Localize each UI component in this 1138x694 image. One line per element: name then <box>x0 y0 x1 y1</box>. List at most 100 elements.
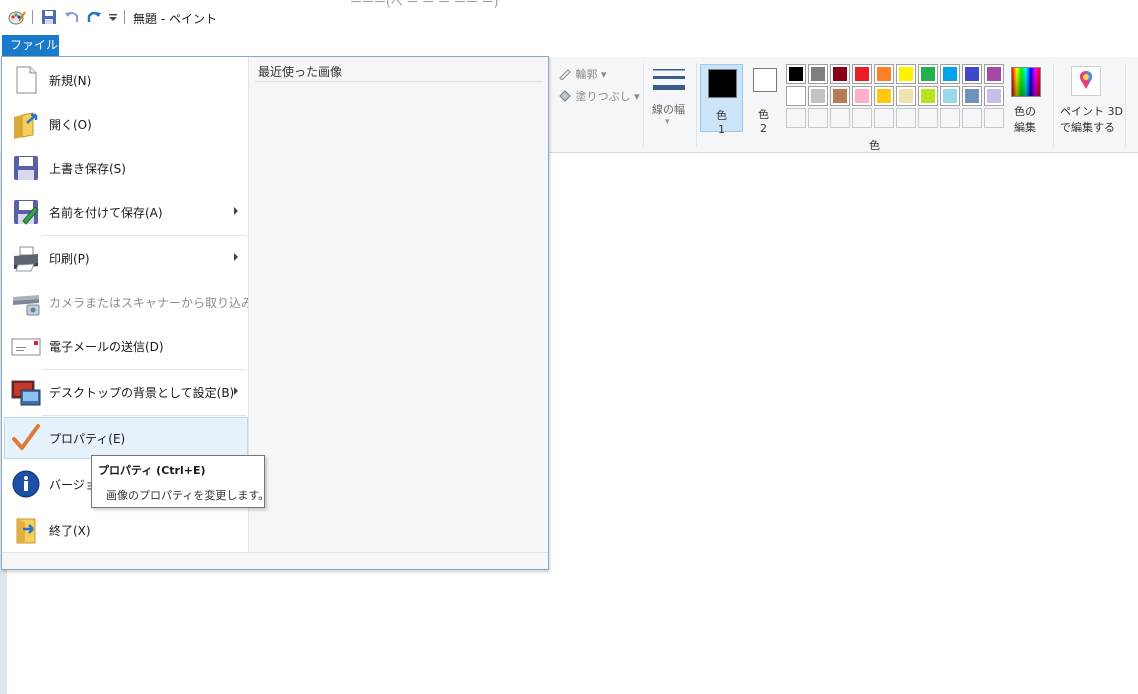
chevron-down-icon: ▾ <box>634 90 640 103</box>
swatch-fill <box>987 67 1001 81</box>
palette-color-swatch[interactable] <box>786 86 806 106</box>
menu-item-properties[interactable]: プロパティ(E) <box>4 417 248 459</box>
exit-icon <box>11 515 41 545</box>
swatch-fill <box>965 67 979 81</box>
menu-item-print[interactable]: 印刷(P) <box>4 237 248 279</box>
customize-quick-access-icon[interactable] <box>108 9 118 25</box>
color-spectrum-icon <box>1011 67 1041 97</box>
edit-colors-button[interactable]: 色の 編集 <box>1008 63 1048 143</box>
swatch-fill <box>833 89 847 103</box>
line-width-button[interactable]: 線の幅 ▾ <box>650 63 690 143</box>
menu-item-set-desktop-background[interactable]: デスクトップの背景として設定(B) <box>4 371 248 413</box>
palette-empty-swatch[interactable] <box>896 108 916 128</box>
palette-empty-swatch[interactable] <box>786 108 806 128</box>
palette-empty-swatch[interactable] <box>852 108 872 128</box>
swatch-fill <box>855 89 869 103</box>
swatch-fill <box>921 89 935 103</box>
save-icon <box>11 153 41 183</box>
menu-item-open[interactable]: 開く(O) <box>4 103 248 145</box>
swatch-fill <box>965 89 979 103</box>
menu-item-save[interactable]: 上書き保存(S) <box>4 147 248 189</box>
outline-icon <box>558 68 572 81</box>
swatch-fill <box>899 67 913 81</box>
menu-item-exit[interactable]: 終了(X) <box>4 509 248 551</box>
palette-color-swatch[interactable] <box>808 86 828 106</box>
tooltip-description: 画像のプロパティを変更します。 <box>106 489 270 502</box>
palette-color-swatch[interactable] <box>940 86 960 106</box>
menu-item-new[interactable]: 新規(N) <box>4 59 248 101</box>
swatch-fill <box>921 67 935 81</box>
palette-color-swatch[interactable] <box>962 64 982 84</box>
recent-images-title: 最近使った画像 <box>258 65 343 79</box>
swatch-fill <box>877 67 891 81</box>
redo-icon[interactable] <box>86 9 102 25</box>
checkmark-icon <box>11 423 41 453</box>
swatch-fill <box>943 89 957 103</box>
palette-color-swatch[interactable] <box>852 86 872 106</box>
new-file-icon <box>11 65 41 95</box>
palette-empty-swatch[interactable] <box>940 108 960 128</box>
color1-button[interactable]: 色 1 <box>700 64 743 136</box>
palette-color-swatch[interactable] <box>786 64 806 84</box>
palette-color-swatch[interactable] <box>918 64 938 84</box>
window-title: 無題 - ペイント <box>133 12 217 26</box>
palette-color-swatch[interactable] <box>830 86 850 106</box>
palette-color-swatch[interactable] <box>918 86 938 106</box>
palette-empty-swatch[interactable] <box>984 108 1004 128</box>
palette-color-swatch[interactable] <box>830 64 850 84</box>
palette-empty-swatch[interactable] <box>808 108 828 128</box>
swatch-fill <box>789 67 803 81</box>
menu-item-save-as[interactable]: 名前を付けて保存(A) <box>4 191 248 233</box>
palette-color-swatch[interactable] <box>852 64 872 84</box>
swatch-fill <box>855 67 869 81</box>
swatch-fill <box>789 89 803 103</box>
scanner-icon <box>11 287 41 317</box>
file-menu-footer <box>2 552 548 569</box>
recent-images-panel: 最近使った画像 <box>248 57 548 552</box>
chevron-down-icon: ▾ <box>601 68 607 81</box>
chevron-down-icon: ▾ <box>665 117 670 127</box>
palette-color-swatch[interactable] <box>874 86 894 106</box>
menu-item-send-email[interactable]: 電子メールの送信(D) <box>4 325 248 367</box>
color-palette <box>786 64 1006 130</box>
palette-color-swatch[interactable] <box>940 64 960 84</box>
palette-color-swatch[interactable] <box>874 64 894 84</box>
palette-empty-swatch[interactable] <box>918 108 938 128</box>
swatch-fill <box>811 89 825 103</box>
color2-button[interactable]: 色 2 <box>748 64 782 135</box>
palette-color-swatch[interactable] <box>984 86 1004 106</box>
palette-empty-swatch[interactable] <box>962 108 982 128</box>
open-folder-icon <box>11 109 41 139</box>
palette-color-swatch[interactable] <box>896 86 916 106</box>
quick-save-icon[interactable] <box>41 9 57 25</box>
swatch-fill <box>943 67 957 81</box>
outline-button[interactable]: 輪郭 ▾ <box>558 66 607 82</box>
color1-swatch <box>708 69 737 98</box>
file-tab[interactable]: ファイル <box>2 35 59 56</box>
fill-button[interactable]: 塗りつぶし ▾ <box>558 88 640 104</box>
edit-with-paint3d-button[interactable]: ペイント 3D で編集する <box>1058 63 1123 143</box>
swatch-fill <box>833 67 847 81</box>
submenu-arrow-icon <box>234 207 238 215</box>
palette-color-swatch[interactable] <box>984 64 1004 84</box>
paint3d-icon <box>1071 66 1101 96</box>
palette-color-swatch[interactable] <box>962 86 982 106</box>
palette-color-swatch[interactable] <box>896 64 916 84</box>
file-menu: 新規(N) 開く(O) 上書き保存(S) 名前を付けて保存(A) 印刷(P) カ… <box>1 56 549 570</box>
line-width-icon <box>653 67 685 95</box>
palette-color-swatch[interactable] <box>808 64 828 84</box>
swatch-fill <box>987 89 1001 103</box>
menu-item-import-from-scanner[interactable]: カメラまたはスキャナーから取り込み(M) <box>4 281 273 323</box>
submenu-arrow-icon <box>234 387 238 395</box>
divider <box>255 81 543 82</box>
save-as-icon <box>11 197 41 227</box>
paint-app-icon[interactable] <box>8 9 26 25</box>
info-icon <box>11 469 41 499</box>
submenu-arrow-icon <box>234 253 238 261</box>
undo-icon[interactable] <box>64 9 80 25</box>
palette-empty-swatch[interactable] <box>830 108 850 128</box>
title-bar: ーーー(ヘ ー ー ー ーー ー) 無題 - ペイント <box>0 0 1138 34</box>
properties-tooltip: プロパティ (Ctrl+E) 画像のプロパティを変更します。 <box>91 455 269 508</box>
palette-empty-swatch[interactable] <box>874 108 894 128</box>
color2-swatch <box>753 68 777 92</box>
